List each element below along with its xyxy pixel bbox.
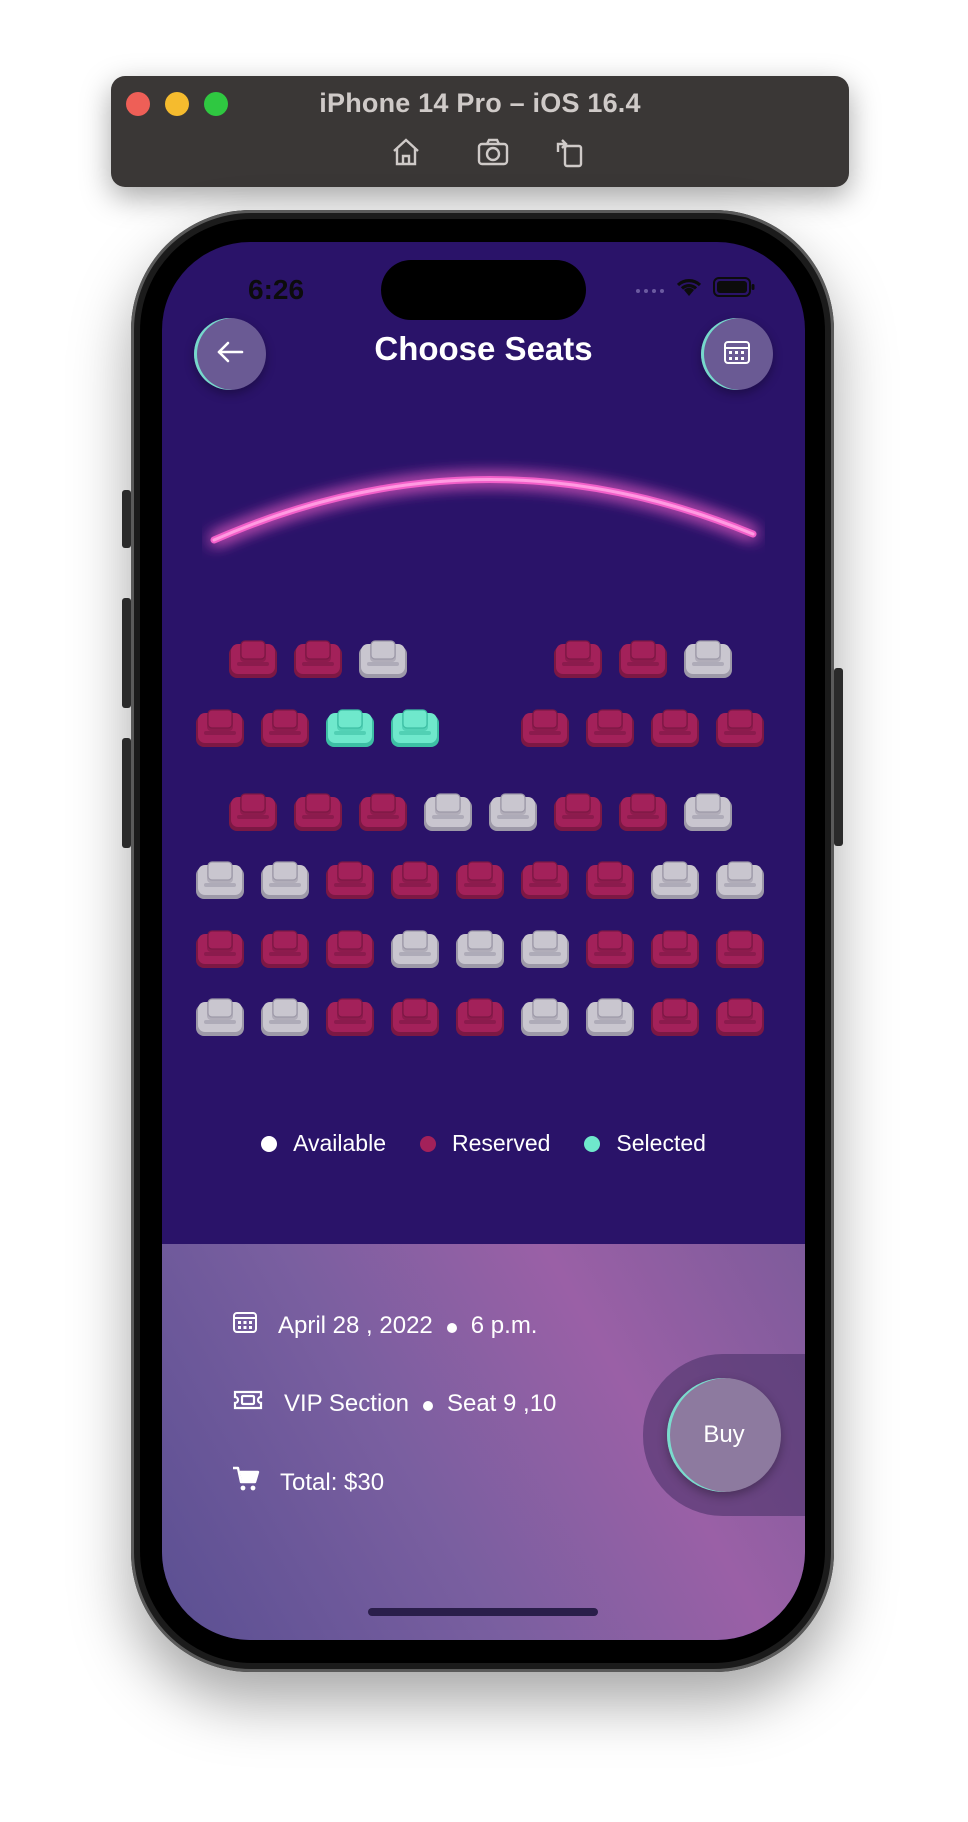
seat-available[interactable] [714,861,766,901]
screenshot-icon[interactable] [475,134,511,170]
booking-date: April 28 , 2022 [278,1311,433,1339]
seat-reserved[interactable] [389,998,441,1038]
seat-available[interactable] [682,640,734,680]
seat-reserved[interactable] [194,930,246,970]
cart-icon [232,1466,260,1499]
seat-available[interactable] [584,998,636,1038]
seat-reserved[interactable] [714,709,766,749]
seat-available[interactable] [259,861,311,901]
seat-reserved[interactable] [324,998,376,1038]
app-screen: 6:26 Choose Seats Available Reserved Sel… [162,242,805,1640]
seat-reserved[interactable] [519,861,571,901]
booking-time: 6 p.m. [470,1311,538,1339]
seat-reserved[interactable] [649,709,701,749]
legend-label: Reserved [451,1130,551,1156]
seat-available[interactable] [454,930,506,970]
seat-available[interactable] [682,793,734,833]
seat-reserved[interactable] [357,793,409,833]
home-indicator[interactable] [368,1608,598,1616]
legend-dot [261,1135,278,1152]
seat-selected[interactable] [389,709,441,749]
seat-available[interactable] [259,998,311,1038]
seat-row-info: VIP Section Seat 9 ,10 [232,1388,556,1419]
rotate-icon[interactable] [552,134,588,170]
legend-item-selected: Selected [584,1130,706,1157]
seat-reserved[interactable] [324,861,376,901]
legend-dot [419,1135,436,1152]
mute-switch [122,490,131,548]
seat-reserved[interactable] [259,709,311,749]
legend-dot [584,1135,601,1152]
seat-reserved[interactable] [227,640,279,680]
buy-button[interactable]: Buy [667,1378,781,1492]
simulator-toolbar: iPhone 14 Pro – iOS 16.4 [111,76,849,187]
seat-reserved[interactable] [714,998,766,1038]
calendar-small-icon [232,1310,258,1341]
seat-reserved[interactable] [259,930,311,970]
seat-available[interactable] [519,998,571,1038]
legend-item-available: Available [261,1130,386,1157]
seat-legend: Available Reserved Selected [162,1130,805,1157]
seat-available[interactable] [649,861,701,901]
seat-reserved[interactable] [389,861,441,901]
ticket-icon [232,1388,264,1419]
seat-reserved[interactable] [584,930,636,970]
seat-selected[interactable] [324,709,376,749]
seat-reserved[interactable] [324,930,376,970]
volume-down-button [122,738,131,848]
seat-reserved[interactable] [649,930,701,970]
seat-available[interactable] [519,930,571,970]
legend-label: Available [293,1130,386,1156]
seat-reserved[interactable] [617,793,669,833]
seat-available[interactable] [194,998,246,1038]
seat-reserved[interactable] [714,930,766,970]
booking-section: VIP Section [284,1389,409,1417]
seat-reserved[interactable] [194,709,246,749]
power-button [834,668,843,846]
seat-reserved[interactable] [519,709,571,749]
seat-reserved[interactable] [552,793,604,833]
seat-reserved[interactable] [584,709,636,749]
seat-reserved[interactable] [649,998,701,1038]
volume-up-button [122,598,131,708]
date-row: April 28 , 2022 6 p.m. [232,1310,537,1341]
booking-seats: Seat 9 ,10 [446,1389,557,1417]
seat-available[interactable] [194,861,246,901]
total-row: Total: $30 [232,1466,384,1499]
seat-map [162,242,805,1142]
seat-reserved[interactable] [552,640,604,680]
seat-reserved[interactable] [584,861,636,901]
seat-reserved[interactable] [454,861,506,901]
seat-reserved[interactable] [227,793,279,833]
seat-reserved[interactable] [617,640,669,680]
seat-available[interactable] [422,793,474,833]
seat-available[interactable] [357,640,409,680]
legend-item-reserved: Reserved [419,1130,551,1157]
seat-reserved[interactable] [292,793,344,833]
buy-button-container: Buy [643,1354,805,1516]
simulator-title: iPhone 14 Pro – iOS 16.4 [319,88,641,118]
legend-label: Selected [616,1130,706,1156]
home-icon[interactable] [388,134,424,170]
seat-available[interactable] [389,930,441,970]
seat-reserved[interactable] [292,640,344,680]
seat-available[interactable] [487,793,539,833]
booking-total: Total: $30 [280,1468,385,1496]
seat-reserved[interactable] [454,998,506,1038]
